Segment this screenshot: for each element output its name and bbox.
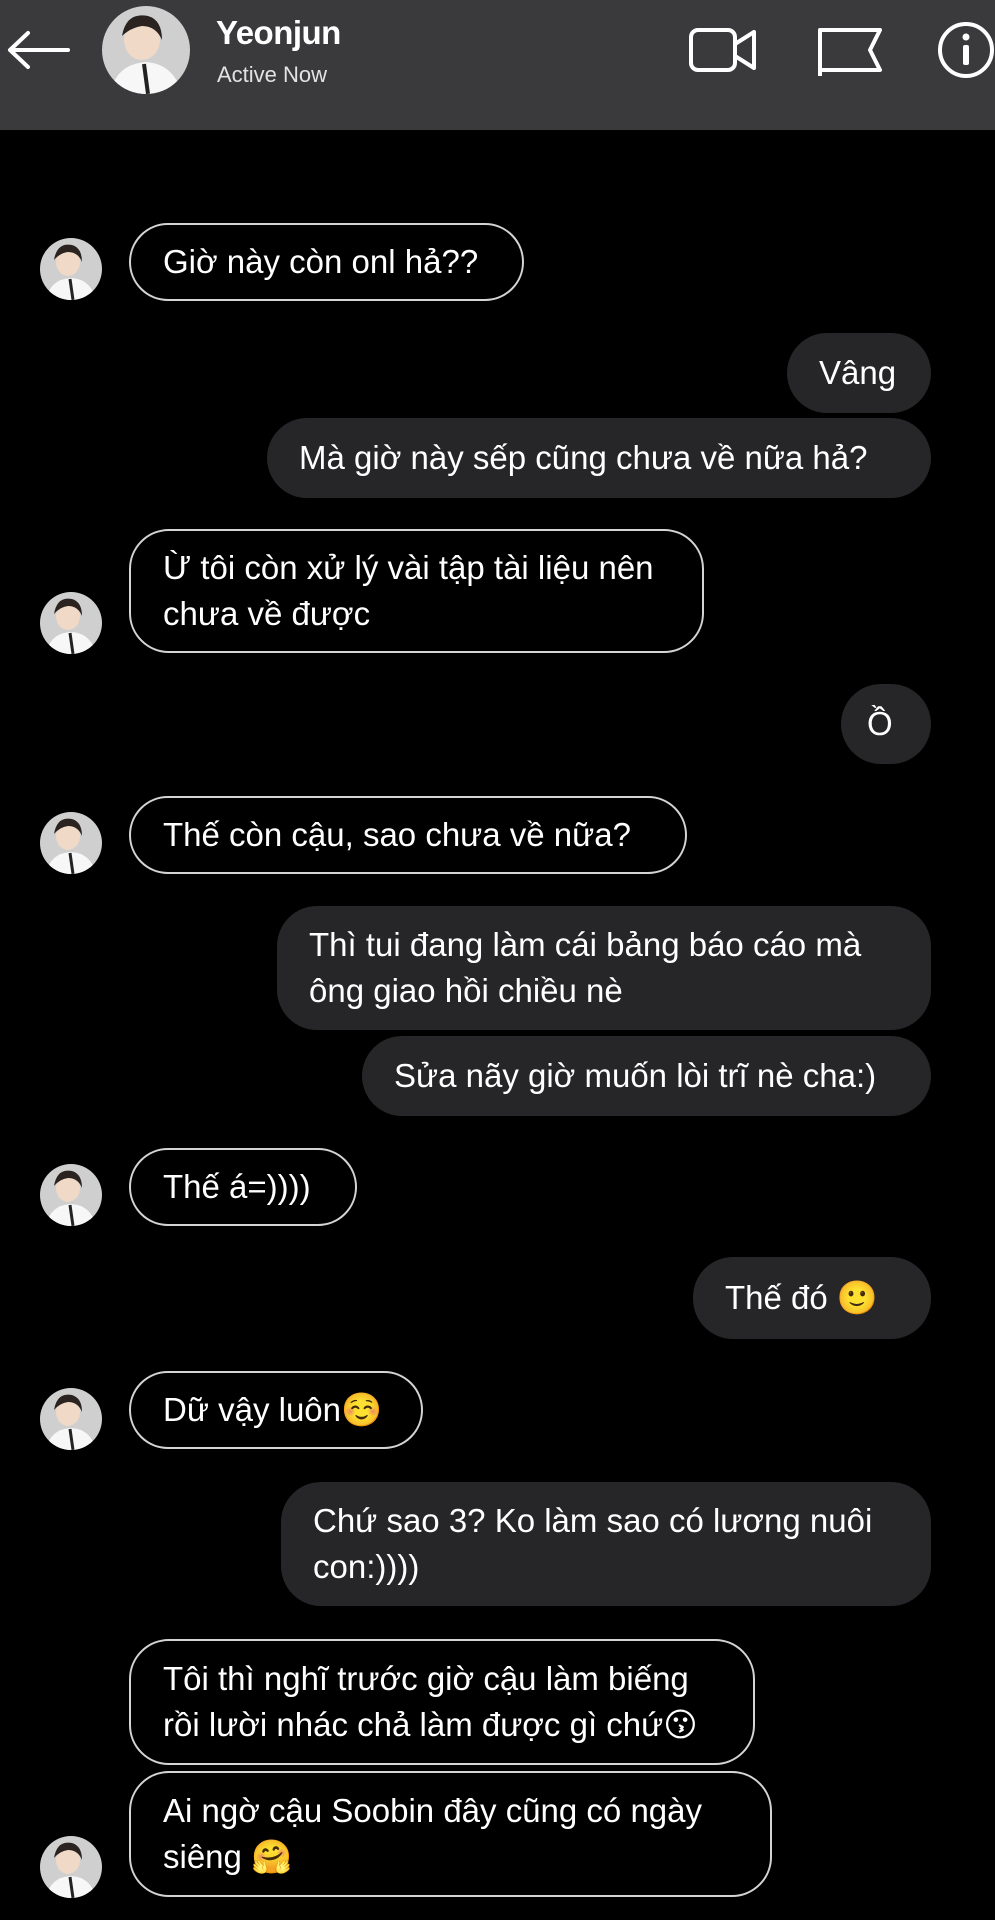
info-icon <box>938 22 994 78</box>
incoming-message[interactable]: Giờ này còn onl hả?? <box>129 223 524 301</box>
avatar <box>40 592 102 654</box>
avatar <box>40 1836 102 1898</box>
chat-header: Yeonjun Active Now <box>0 0 995 130</box>
outgoing-message[interactable]: Thế đó 🙂 <box>693 1257 931 1339</box>
incoming-message[interactable]: Thế còn cậu, sao chưa về nữa? <box>129 796 687 874</box>
back-button[interactable] <box>4 22 74 78</box>
contact-avatar[interactable] <box>102 6 190 94</box>
incoming-message[interactable]: Thế á=)))) <box>129 1148 357 1226</box>
incoming-message[interactable]: Dữ vậy luôn☺️ <box>129 1371 423 1449</box>
video-call-button[interactable] <box>688 24 758 76</box>
avatar <box>40 1388 102 1450</box>
contact-status: Active Now <box>217 62 328 87</box>
incoming-message[interactable]: Tôi thì nghĩ trước giờ cậu làm biếng rồi… <box>129 1639 755 1765</box>
outgoing-message[interactable]: Mà giờ này sếp cũng chưa về nữa hả? <box>267 418 931 498</box>
report-button[interactable] <box>816 24 886 78</box>
avatar <box>40 812 102 874</box>
outgoing-message[interactable]: Sửa nãy giờ muốn lòi trĩ nè cha:) <box>362 1036 931 1116</box>
video-camera-icon <box>689 28 756 72</box>
outgoing-message[interactable]: Ồ <box>841 684 931 764</box>
outgoing-message[interactable]: Chứ sao 3? Ko làm sao có lương nuôi con:… <box>281 1482 931 1606</box>
outgoing-message[interactable]: Vâng <box>787 333 931 413</box>
arrow-left-icon <box>8 31 70 69</box>
incoming-message[interactable]: Ai ngờ cậu Soobin đây cũng có ngày siêng… <box>129 1771 772 1897</box>
message-list[interactable]: Giờ này còn onl hả?? Vâng Mà giờ này sếp… <box>0 130 995 1920</box>
avatar <box>40 1164 102 1226</box>
avatar <box>40 238 102 300</box>
flag-icon <box>818 28 882 76</box>
outgoing-message[interactable]: Thì tui đang làm cái bảng báo cáo mà ông… <box>277 906 931 1030</box>
contact-name[interactable]: Yeonjun <box>216 14 341 52</box>
incoming-message[interactable]: Ừ tôi còn xử lý vài tập tài liệu nên chư… <box>129 529 704 653</box>
message-text: Thế đó 🙂 <box>725 1279 878 1316</box>
info-button[interactable] <box>936 20 995 80</box>
